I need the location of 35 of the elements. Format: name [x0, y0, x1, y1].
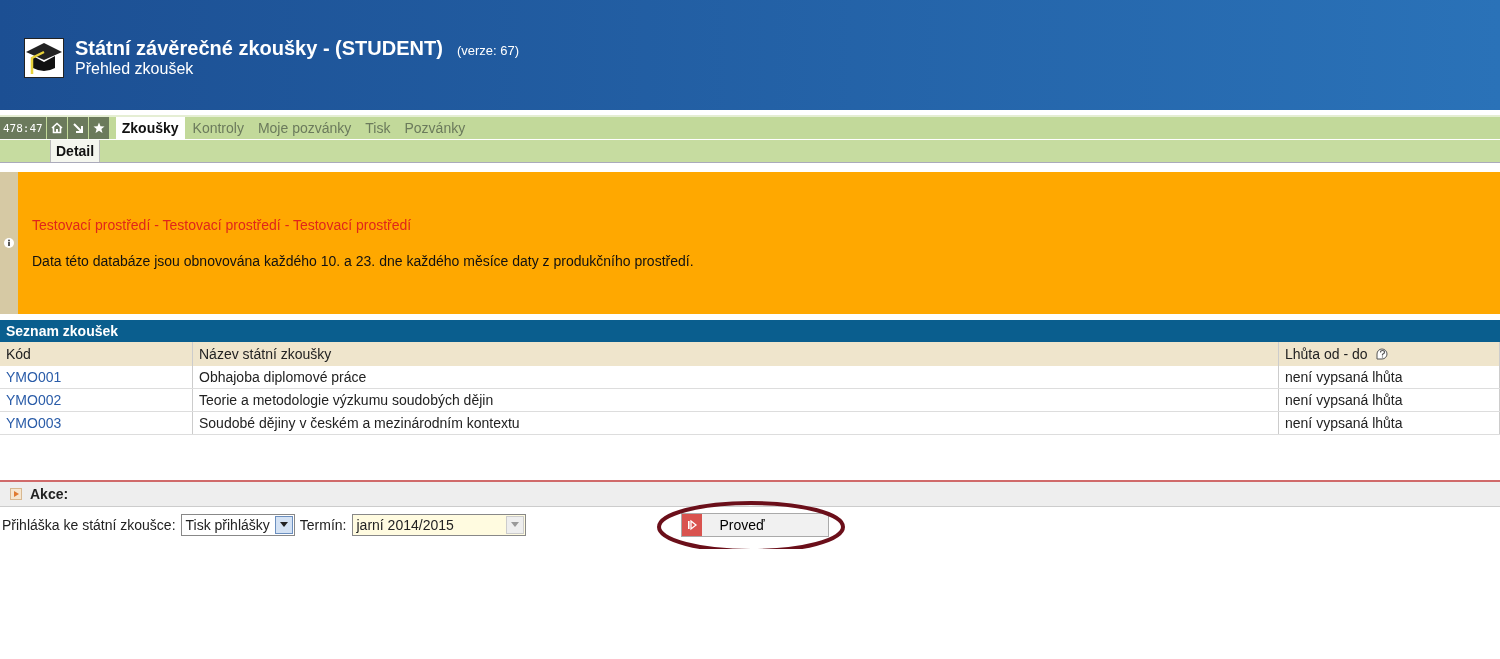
- session-timer: 478:47: [0, 117, 46, 139]
- column-header: Kód: [0, 342, 193, 366]
- field-label: Přihláška ke státní zkoušce:: [2, 517, 176, 533]
- table-cell: Teorie a metodologie výzkumu soudobých dějin: [192, 388, 1279, 412]
- term-dropdown[interactable]: jarní 2014/2015: [351, 514, 526, 536]
- table-cell: Soudobé dějiny v českém a mezinárodním kontextu: [192, 411, 1279, 435]
- play-icon: [685, 519, 698, 531]
- page-subtitle: Přehled zkoušek: [75, 59, 195, 78]
- table-cell: není vypsaná lhůta: [1278, 388, 1500, 412]
- dropdown-caret-icon[interactable]: [279, 522, 288, 528]
- graduation-cap-icon: [24, 38, 64, 78]
- detail-tab[interactable]: Detail: [50, 140, 101, 162]
- table-cell: není vypsaná lhůta: [1278, 366, 1500, 389]
- execute-button[interactable]: Proveď: [680, 513, 829, 537]
- info-icon: [4, 238, 14, 248]
- warning-text: Testovací prostředí - Testovací prostředí - Testovací prostředí: [32, 217, 413, 233]
- exam-code-link[interactable]: YMO002: [6, 392, 62, 408]
- table-cell: není vypsaná lhůta: [1278, 411, 1500, 435]
- column-header: Lhůta od - do: [1285, 346, 1368, 362]
- help-icon[interactable]: [1373, 346, 1390, 362]
- section-title: Seznam zkoušek: [6, 323, 119, 339]
- exam-code-link[interactable]: YMO001: [6, 369, 62, 385]
- nav-tab[interactable]: Zkoušky: [115, 117, 185, 139]
- application-dropdown[interactable]: Tisk přihlášky: [180, 514, 295, 536]
- field-label: Termín:: [299, 517, 347, 533]
- exam-code-link[interactable]: YMO003: [6, 415, 62, 431]
- column-header: Název státní zkoušky: [192, 342, 1279, 366]
- table-cell: Obhajoba diplomové práce: [192, 366, 1279, 389]
- page-title: Státní závěrečné zkoušky - (STUDENT): [75, 36, 443, 60]
- home-icon[interactable]: [46, 117, 67, 139]
- version-label: (verze: 67): [456, 42, 519, 58]
- notice-text: Data této databáze jsou obnovována každého 10. a 23. dne každého měsíce daty z produkčního prostředí.: [32, 253, 694, 269]
- arrow-down-right-icon[interactable]: [67, 117, 88, 139]
- arrow-right-icon: [10, 488, 22, 500]
- actions-title: Akce:: [30, 486, 69, 502]
